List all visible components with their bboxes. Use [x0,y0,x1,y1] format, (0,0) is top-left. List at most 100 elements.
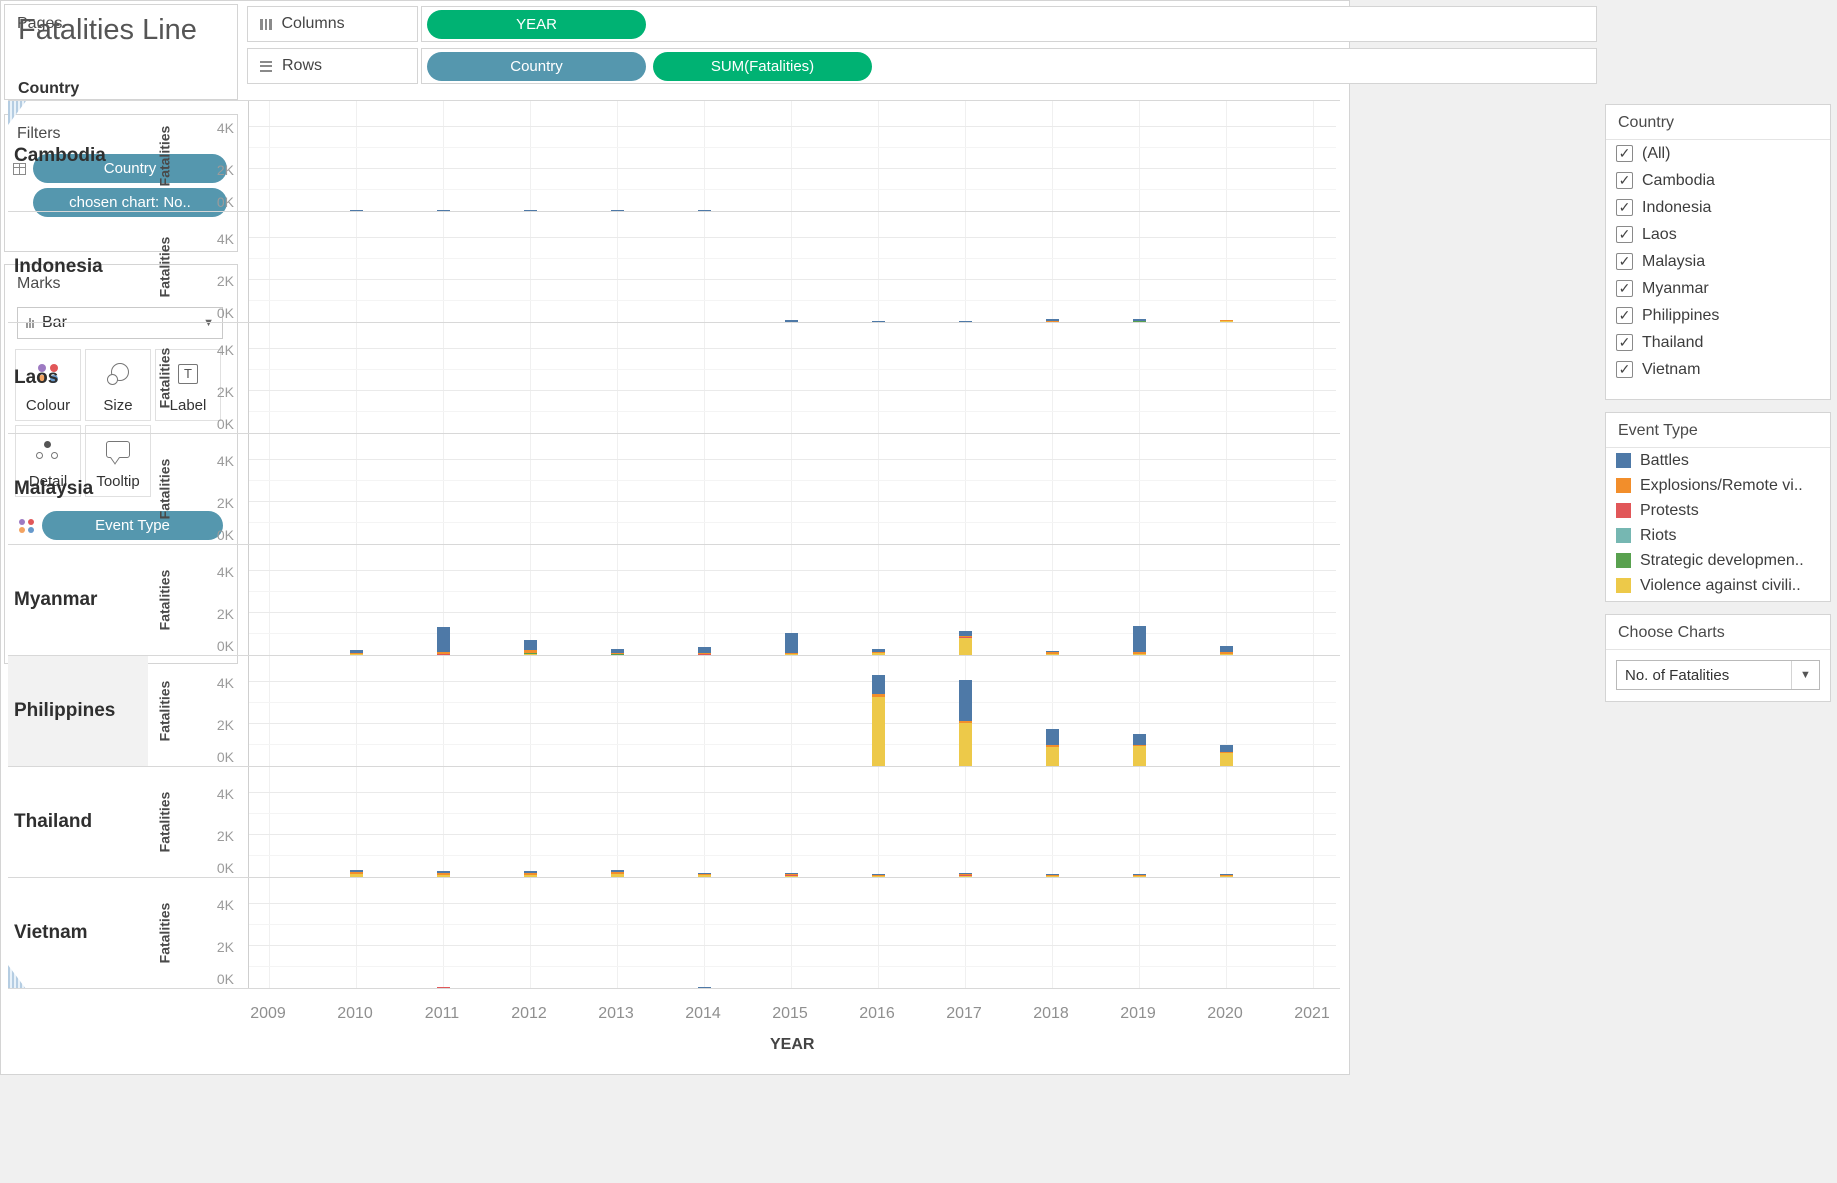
stacked-bar-myanmar-2020[interactable] [1220,646,1233,655]
stacked-bar-cambodia-2013[interactable] [611,210,624,211]
stacked-bar-thailand-2012[interactable] [524,871,537,877]
country-checkbox-item[interactable]: ✓Indonesia [1606,194,1830,221]
legend-item[interactable]: Violence against civili.. [1606,573,1830,598]
legend-item[interactable]: Strategic developmen.. [1606,548,1830,573]
stacked-bar-cambodia-2014[interactable] [698,210,711,211]
bar-segment-violence[interactable] [350,874,363,877]
bar-segment-violence[interactable] [1046,747,1059,766]
stacked-bar-philippines-2019[interactable] [1133,734,1146,766]
bar-segment-violence[interactable] [611,874,624,877]
country-checkbox-item[interactable]: ✓Thailand [1606,329,1830,356]
checkbox-checked-icon[interactable]: ✓ [1616,334,1633,351]
country-checkbox-item[interactable]: ✓Laos [1606,221,1830,248]
stacked-bar-thailand-2016[interactable] [872,874,885,877]
checkbox-checked-icon[interactable]: ✓ [1616,280,1633,297]
stacked-bar-thailand-2013[interactable] [611,870,624,877]
bar-segment-violence[interactable] [1046,654,1059,655]
bar-segment-violence[interactable] [785,876,798,877]
checkbox-checked-icon[interactable]: ✓ [1616,226,1633,243]
legend-item[interactable]: Protests [1606,498,1830,523]
bar-segment-violence[interactable] [1133,654,1146,655]
checkbox-checked-icon[interactable]: ✓ [1616,145,1633,162]
stacked-bar-indonesia-2016[interactable] [872,321,885,322]
bar-segment-violence[interactable] [872,697,885,766]
stacked-bar-myanmar-2015[interactable] [785,633,798,655]
checkbox-checked-icon[interactable]: ✓ [1616,361,1633,378]
checkbox-checked-icon[interactable]: ✓ [1616,307,1633,324]
bar-segment-violence[interactable] [1220,876,1233,877]
stacked-bar-myanmar-2013[interactable] [611,649,624,655]
bar-segment-violence[interactable] [524,875,537,877]
country-checkbox-item[interactable]: ✓(All) [1606,140,1830,167]
plot-pane[interactable] [248,656,1336,766]
columns-shelf[interactable]: YEAR [421,6,1597,42]
stacked-bar-indonesia-2020[interactable] [1220,320,1233,322]
bar-segment-violence[interactable] [524,654,537,655]
legend-item[interactable]: Riots [1606,523,1830,548]
bar-segment-battles[interactable] [350,210,363,211]
legend-item[interactable]: Battles [1606,448,1830,473]
bar-segment-battles[interactable] [698,210,711,211]
country-checkbox-item[interactable]: ✓Vietnam [1606,356,1830,383]
country-checkbox-item[interactable]: ✓Philippines [1606,302,1830,329]
stacked-bar-philippines-2017[interactable] [959,680,972,766]
stacked-bar-myanmar-2016[interactable] [872,649,885,655]
stacked-bar-cambodia-2011[interactable] [437,210,450,211]
checkbox-checked-icon[interactable]: ✓ [1616,253,1633,270]
stacked-bar-philippines-2018[interactable] [1046,729,1059,766]
plot-pane[interactable] [248,323,1336,433]
bar-segment-protests[interactable] [698,654,711,655]
stacked-bar-thailand-2015[interactable] [785,873,798,877]
bar-segment-violence[interactable] [959,876,972,877]
stacked-bar-myanmar-2018[interactable] [1046,651,1059,655]
stacked-bar-indonesia-2019[interactable] [1133,319,1146,322]
plot-pane[interactable] [248,878,1336,988]
bar-segment-battles[interactable] [698,987,711,988]
country-row-label[interactable]: Malaysia [8,434,148,544]
bar-segment-battles[interactable] [872,321,885,322]
plot-pane[interactable] [248,101,1336,211]
chevron-down-icon[interactable]: ▼ [1791,661,1819,689]
country-checkbox-item[interactable]: ✓Malaysia [1606,248,1830,275]
country-row-label[interactable]: Cambodia [8,101,148,211]
bar-segment-battles[interactable] [524,210,537,211]
rows-pill-sum-fatalities-[interactable]: SUM(Fatalities) [653,52,872,81]
plot-pane[interactable] [248,545,1336,655]
bar-segment-violence[interactable] [959,638,972,655]
stacked-bar-thailand-2017[interactable] [959,873,972,877]
bar-segment-strategic[interactable] [611,654,624,655]
checkbox-checked-icon[interactable]: ✓ [1616,172,1633,189]
stacked-bar-vietnam-2011[interactable] [437,987,450,988]
stacked-bar-vietnam-2014[interactable] [698,987,711,988]
legend-item[interactable]: Explosions/Remote vi.. [1606,473,1830,498]
stacked-bar-thailand-2014[interactable] [698,873,711,877]
stacked-bar-thailand-2010[interactable] [350,870,363,877]
bar-segment-violence[interactable] [1220,321,1233,322]
stacked-bar-myanmar-2011[interactable] [437,627,450,655]
bar-segment-violence[interactable] [1046,876,1059,877]
country-row-label[interactable]: Myanmar [8,545,148,655]
country-row-label[interactable]: Indonesia [8,212,148,322]
rows-shelf[interactable]: CountrySUM(Fatalities) [421,48,1597,84]
stacked-bar-myanmar-2017[interactable] [959,631,972,655]
columns-pill-year[interactable]: YEAR [427,10,646,39]
country-row-label[interactable]: Thailand [8,767,148,877]
stacked-bar-myanmar-2019[interactable] [1133,626,1146,655]
bar-segment-violence[interactable] [698,875,711,877]
bar-segment-violence[interactable] [872,876,885,877]
stacked-bar-cambodia-2012[interactable] [524,210,537,211]
bar-segment-violence[interactable] [1220,654,1233,655]
country-row-label[interactable]: Laos [8,323,148,433]
bar-segment-battles[interactable] [872,675,885,694]
bar-segment-strategic[interactable] [1133,321,1146,322]
bar-segment-explosions[interactable] [1046,321,1059,322]
stacked-bar-myanmar-2014[interactable] [698,647,711,655]
stacked-bar-thailand-2018[interactable] [1046,874,1059,877]
bar-segment-battles[interactable] [1133,734,1146,745]
stacked-bar-cambodia-2010[interactable] [350,210,363,211]
bar-segment-violence[interactable] [959,723,972,766]
bar-segment-battles[interactable] [1133,626,1146,653]
stacked-bar-philippines-2016[interactable] [872,675,885,766]
country-row-label[interactable]: Vietnam [8,878,148,988]
stacked-bar-thailand-2020[interactable] [1220,874,1233,877]
